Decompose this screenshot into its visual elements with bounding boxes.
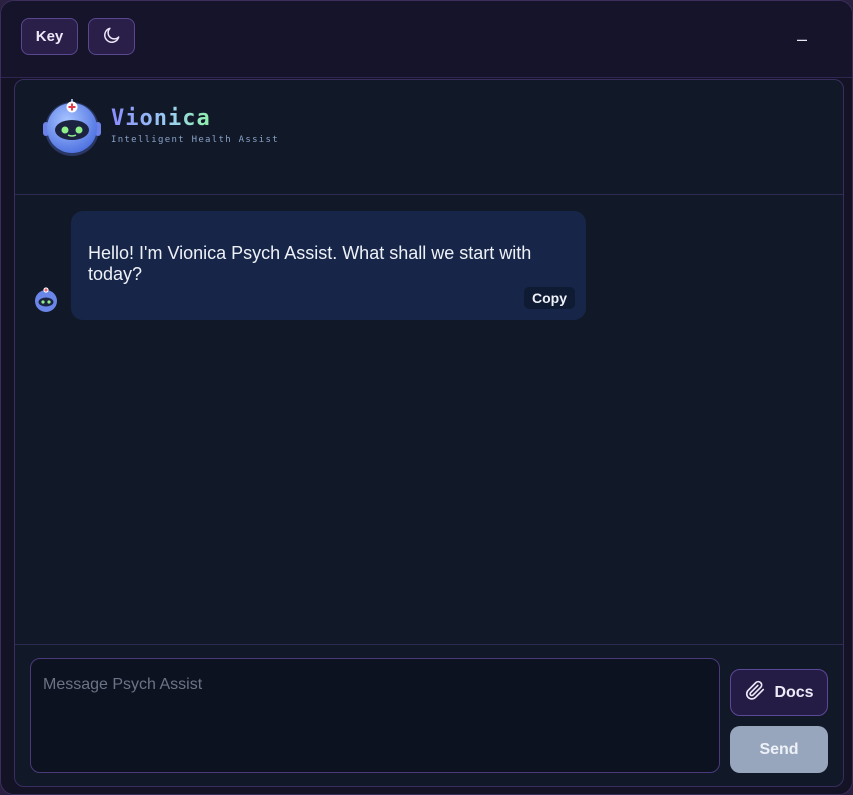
composer: Docs Send xyxy=(15,644,843,786)
docs-button[interactable]: Docs xyxy=(730,669,828,716)
brand-tagline: Intelligent Health Assist xyxy=(111,135,279,145)
copy-button[interactable]: Copy xyxy=(524,287,575,309)
assistant-message-bubble: Hello! I'm Vionica Psych Assist. What sh… xyxy=(71,211,586,320)
robot-nurse-icon xyxy=(41,96,103,156)
chat-header: Vionica Intelligent Health Assist xyxy=(15,80,843,195)
docs-label: Docs xyxy=(774,683,814,701)
message-text: Hello! I'm Vionica Psych Assist. What sh… xyxy=(88,243,532,284)
assistant-avatar xyxy=(32,285,60,313)
moon-icon xyxy=(102,25,122,49)
message-input[interactable] xyxy=(30,658,720,773)
send-button[interactable]: Send xyxy=(730,726,828,773)
theme-toggle-button[interactable] xyxy=(88,18,135,55)
paperclip-icon xyxy=(744,679,766,706)
chat-panel: Vionica Intelligent Health Assist Hello!… xyxy=(14,79,844,787)
app-window: Key – Vionica Intelligent Health Assist … xyxy=(0,0,853,795)
minimize-button[interactable]: – xyxy=(790,29,814,49)
top-bar: Key – xyxy=(1,1,852,78)
key-button[interactable]: Key xyxy=(21,18,78,55)
message-list: Hello! I'm Vionica Psych Assist. What sh… xyxy=(15,196,843,644)
brand-title: Vionica xyxy=(111,106,211,131)
